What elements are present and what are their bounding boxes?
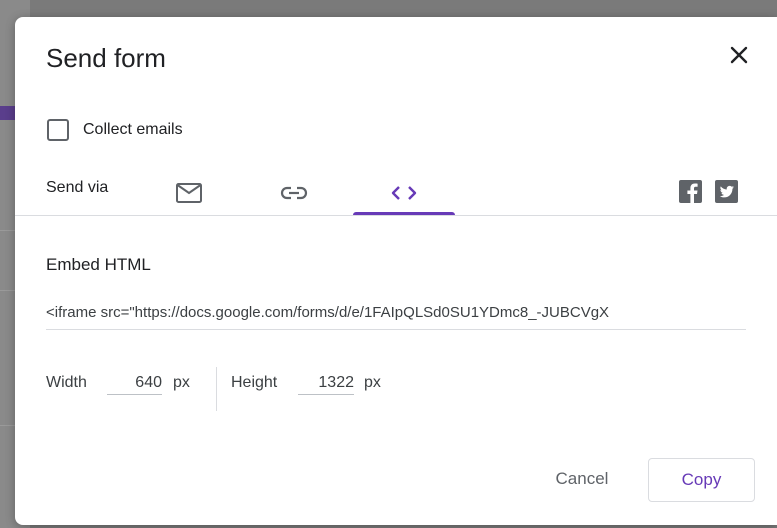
- facebook-icon: [687, 183, 698, 203]
- embed-html-title: Embed HTML: [46, 255, 151, 274]
- collect-emails-checkbox[interactable]: [47, 119, 69, 141]
- width-label: Width: [46, 374, 87, 391]
- background-divider: [0, 230, 16, 231]
- tabs-divider: [15, 215, 777, 216]
- twitter-icon: [719, 185, 734, 198]
- copy-button[interactable]: Copy: [648, 458, 755, 502]
- background-divider: [0, 290, 16, 291]
- background-divider: [0, 425, 16, 426]
- height-unit: px: [364, 374, 381, 391]
- send-form-dialog: Send form Collect emails Send via Embed …: [15, 17, 777, 525]
- embed-code-icon: [391, 186, 417, 200]
- email-icon: [176, 183, 202, 203]
- close-icon: [730, 46, 748, 64]
- collect-emails-label: Collect emails: [83, 121, 183, 138]
- dialog-title: Send form: [46, 43, 166, 73]
- width-input[interactable]: 640: [107, 374, 162, 395]
- cancel-button[interactable]: Cancel: [548, 458, 616, 500]
- background-accent: [0, 106, 16, 120]
- tab-link[interactable]: [260, 169, 328, 217]
- width-unit: px: [173, 374, 190, 391]
- facebook-share-button[interactable]: [679, 180, 702, 203]
- link-icon: [280, 186, 308, 200]
- collect-emails-row[interactable]: Collect emails: [47, 119, 183, 141]
- tab-email[interactable]: [155, 169, 223, 217]
- height-label: Height: [231, 374, 278, 391]
- dimension-divider: [216, 367, 217, 411]
- send-via-label: Send via: [46, 179, 109, 196]
- tab-embed-html[interactable]: [353, 169, 455, 217]
- embed-code-field[interactable]: <iframe src="https://docs.google.com/for…: [46, 304, 746, 330]
- height-input[interactable]: 1322: [298, 374, 354, 395]
- twitter-share-button[interactable]: [715, 180, 738, 203]
- close-button[interactable]: [726, 42, 752, 68]
